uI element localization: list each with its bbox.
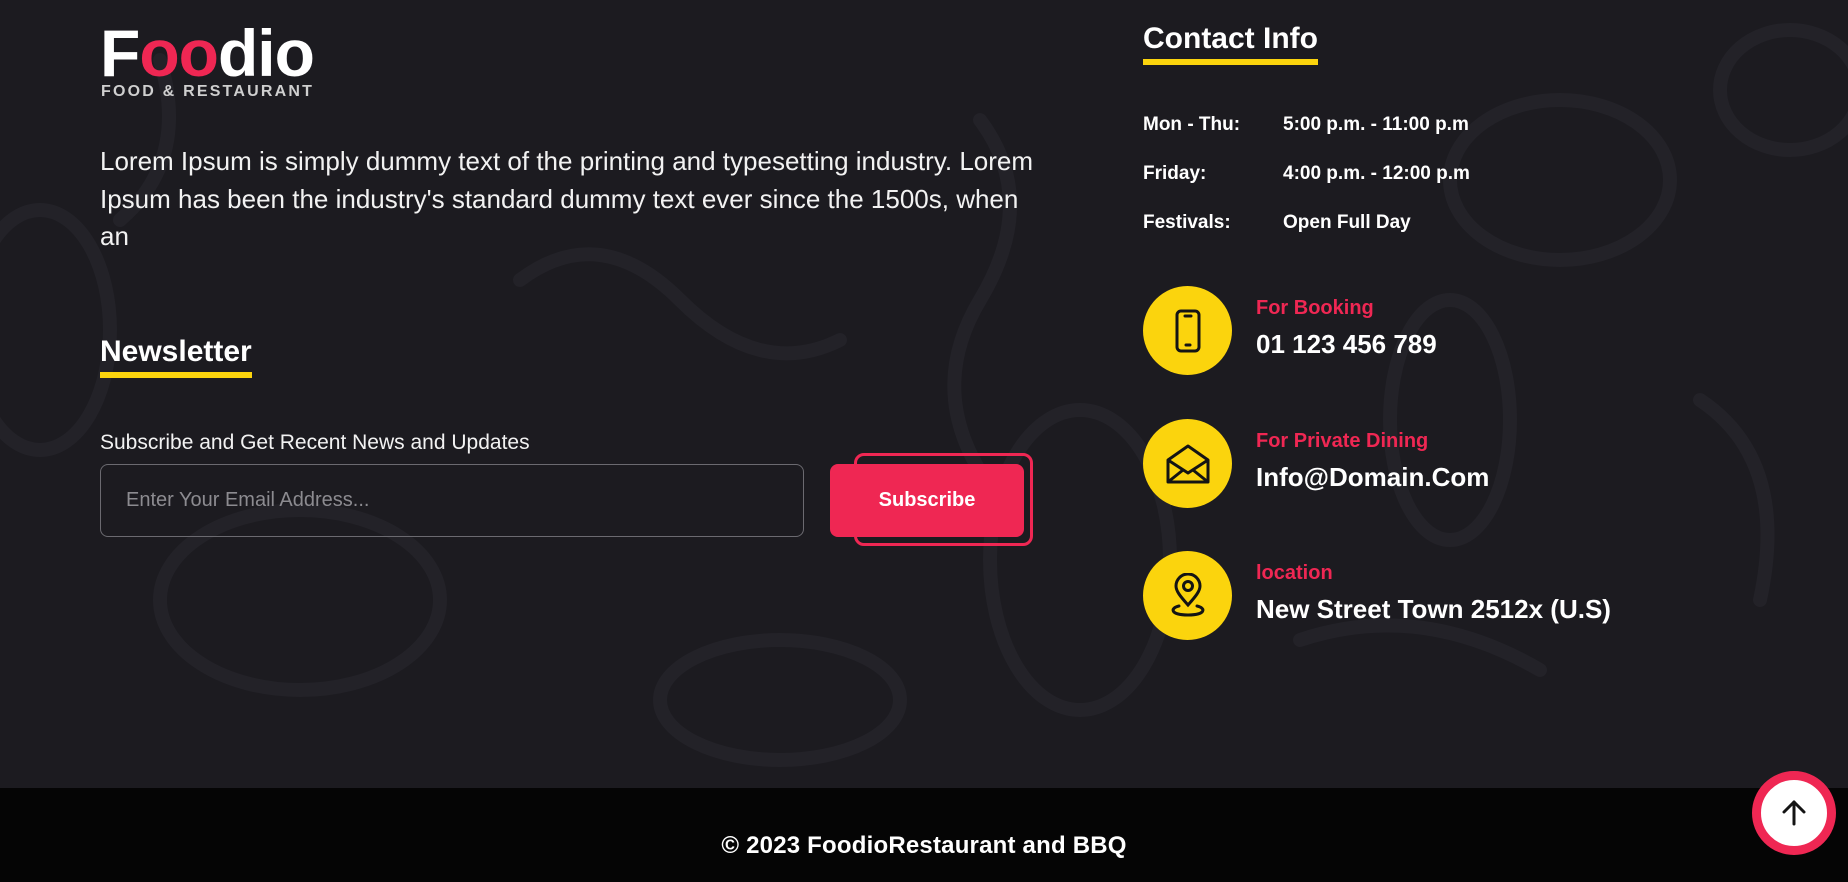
- logo-letter-f: F: [100, 16, 140, 90]
- contact-label: location: [1256, 562, 1333, 584]
- logo-wordmark: Foodio: [100, 20, 315, 86]
- contact-label: For Private Dining: [1256, 430, 1429, 452]
- contact-label: For Booking: [1256, 297, 1374, 319]
- envelope-icon: [1143, 419, 1232, 508]
- logo-letters-oo: oo: [139, 16, 219, 90]
- contact-booking: For Booking 01 123 456 789: [1143, 286, 1703, 376]
- hours-time: 4:00 p.m. - 12:00 p.m: [1283, 163, 1470, 184]
- hours-time: 5:00 p.m. - 11:00 p.m: [1283, 114, 1469, 135]
- arrow-up-icon: [1782, 800, 1806, 826]
- contact-private-dining: For Private Dining Info@Domain.Com: [1143, 419, 1703, 509]
- newsletter-label: Subscribe and Get Recent News and Update…: [100, 431, 530, 454]
- location-text: New Street Town 2512x (U.S): [1256, 594, 1611, 624]
- hours-row: Festivals: Open Full Day: [1143, 212, 1411, 234]
- phone-icon: [1143, 286, 1232, 375]
- contact-location: location New Street Town 2512x (U.S): [1143, 551, 1703, 641]
- location-pin-icon: [1143, 551, 1232, 640]
- hours-day: Festivals:: [1143, 212, 1231, 233]
- email-link[interactable]: Info@Domain.Com: [1256, 462, 1489, 493]
- email-input[interactable]: [100, 464, 804, 537]
- logo-tagline: FOOD & RESTAURANT: [101, 83, 315, 100]
- booking-phone-link[interactable]: 01 123 456 789: [1256, 329, 1437, 360]
- foodio-logo[interactable]: Foodio FOOD & RESTAURANT: [100, 20, 340, 104]
- hours-day: Mon - Thu:: [1143, 114, 1241, 135]
- contact-info-title: Contact Info: [1143, 21, 1318, 65]
- hours-day: Friday:: [1143, 163, 1207, 184]
- hours-row: Mon - Thu: 5:00 p.m. - 11:00 p.m: [1143, 114, 1469, 136]
- footer-main: [0, 0, 1848, 788]
- copyright-text: © 2023 FoodioRestaurant and BBQ: [721, 832, 1127, 859]
- hours-row: Friday: 4:00 p.m. - 12:00 p.m: [1143, 163, 1470, 185]
- newsletter-title: Newsletter: [100, 334, 252, 378]
- logo-letters-dio: dio: [217, 16, 315, 90]
- about-text: Lorem Ipsum is simply dummy text of the …: [100, 146, 1034, 251]
- food-doodle-background: [0, 23, 1848, 767]
- subscribe-button[interactable]: Subscribe: [830, 464, 1024, 537]
- back-to-top-button[interactable]: [1752, 771, 1836, 855]
- hours-time: Open Full Day: [1283, 212, 1411, 233]
